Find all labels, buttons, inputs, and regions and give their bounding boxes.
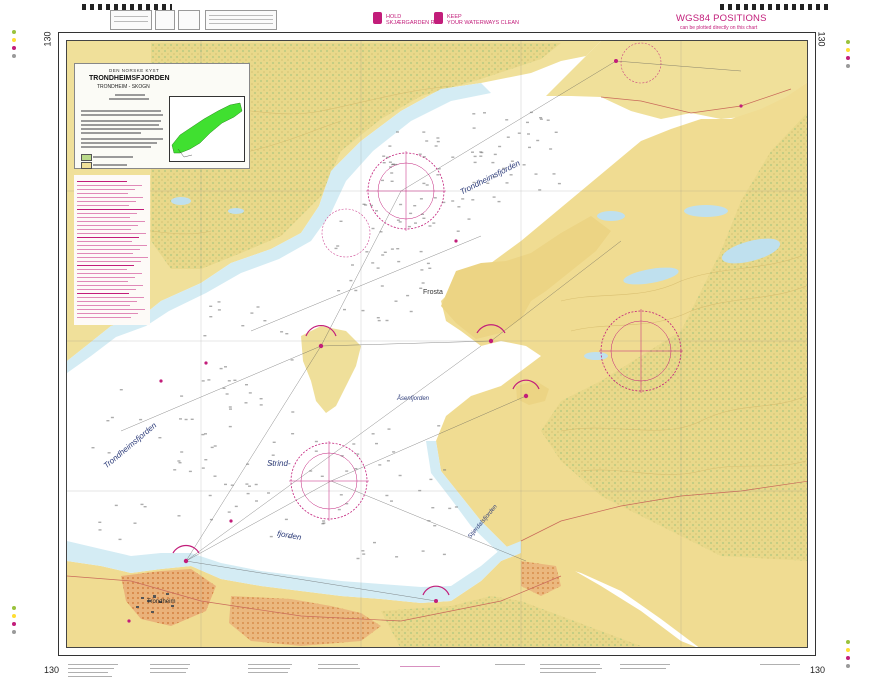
placeholder-fine-print xyxy=(77,221,145,223)
placeholder-fine-print xyxy=(77,269,127,271)
placeholder-fine-print xyxy=(93,156,133,158)
clean-waterways-icon xyxy=(434,12,443,24)
placeholder-fine-print xyxy=(109,98,149,100)
placeholder-fine-print xyxy=(77,297,144,299)
chart-notes-panel xyxy=(74,175,150,325)
chart-number: 130 xyxy=(810,665,826,675)
placeholder-fine-print xyxy=(81,142,157,144)
placeholder-fine-print xyxy=(115,94,145,96)
placeholder-fine-print xyxy=(77,181,127,183)
placeholder-fine-print xyxy=(77,257,148,259)
label-trondheim: Trondheim xyxy=(147,599,176,605)
color-swatch xyxy=(12,54,16,58)
placeholder-fine-print xyxy=(81,138,163,140)
placeholder-fine-print xyxy=(77,261,141,263)
placeholder-fine-print xyxy=(77,249,140,251)
placeholder-fine-print xyxy=(77,285,143,287)
chart-title-panel: DEN NORSKE KYST TRONDHEIMSFJORDEN TRONDH… xyxy=(74,63,250,169)
placeholder-fine-print xyxy=(81,120,161,122)
chart-info-table xyxy=(155,10,175,30)
color-swatch xyxy=(846,56,850,60)
placeholder-fine-print xyxy=(77,233,146,235)
placeholder-fine-print xyxy=(81,132,141,134)
chart-info-table xyxy=(205,10,277,30)
placeholder-fine-print xyxy=(81,124,159,126)
lake xyxy=(684,205,728,217)
placeholder-fine-print xyxy=(77,289,136,291)
placeholder-fine-print xyxy=(77,229,131,231)
chart-number: 130 xyxy=(44,665,60,675)
chart-info-table xyxy=(178,10,200,30)
color-swatch xyxy=(12,630,16,634)
chart-title: TRONDHEIMSFJORDEN xyxy=(89,75,170,82)
lake xyxy=(228,208,244,214)
placeholder-fine-print xyxy=(77,241,132,243)
placeholder-fine-print xyxy=(81,146,151,148)
color-swatch xyxy=(12,30,16,34)
placeholder-fine-print xyxy=(81,128,163,130)
color-swatch xyxy=(846,664,850,668)
placeholder-fine-print xyxy=(77,305,130,307)
color-swatch xyxy=(846,48,850,52)
lake xyxy=(597,211,625,221)
chart-number: 130 xyxy=(816,31,827,47)
chart-number: 130 xyxy=(42,31,53,47)
index-map xyxy=(171,102,243,158)
wgs84-subtitle: can be plotted directly on this chart xyxy=(680,25,758,31)
placeholder-fine-print xyxy=(77,273,142,275)
placeholder-fine-print xyxy=(77,217,130,219)
placeholder-fine-print xyxy=(77,309,145,311)
placeholder-fine-print xyxy=(77,205,129,207)
placeholder-fine-print xyxy=(77,193,128,195)
clean-waterways-icon xyxy=(373,12,382,24)
placeholder-fine-print xyxy=(77,265,134,267)
placeholder-fine-print xyxy=(77,313,138,315)
index-map-inset xyxy=(169,96,245,162)
placeholder-fine-print xyxy=(77,253,133,255)
placeholder-fine-print xyxy=(77,201,136,203)
chart-subtitle: TRONDHEIM - SKOGN xyxy=(97,84,150,90)
legend-swatch xyxy=(81,154,92,161)
placeholder-fine-print xyxy=(77,213,137,215)
legend-swatch xyxy=(81,162,92,169)
chart-info-table xyxy=(110,10,152,30)
color-swatch xyxy=(12,614,16,618)
label-strind: Strind- xyxy=(267,459,291,468)
campaign-text: YOUR WATERWAYS CLEAN xyxy=(447,20,520,26)
placeholder-fine-print xyxy=(77,189,135,191)
color-swatch xyxy=(12,46,16,50)
placeholder-fine-print xyxy=(77,301,137,303)
placeholder-fine-print xyxy=(77,293,129,295)
color-swatch xyxy=(12,38,16,42)
placeholder-fine-print xyxy=(81,114,163,116)
placeholder-fine-print xyxy=(77,317,131,319)
placeholder-fine-print xyxy=(77,245,147,247)
placeholder-fine-print xyxy=(77,197,143,199)
placeholder-fine-print xyxy=(93,164,127,166)
color-swatch xyxy=(12,606,16,610)
lake xyxy=(584,352,608,360)
color-swatch xyxy=(846,64,850,68)
wgs84-title: WGS84 POSITIONS xyxy=(676,13,767,24)
placeholder-fine-print xyxy=(77,185,142,187)
placeholder-fine-print xyxy=(77,277,135,279)
color-swatch xyxy=(12,622,16,626)
top-margin: HOLD SKJÆRGARDEN REN KEEP YOUR WATERWAYS… xyxy=(0,0,878,31)
campaign-english: KEEP YOUR WATERWAYS CLEAN xyxy=(447,14,519,26)
color-swatch xyxy=(846,648,850,652)
placeholder-fine-print xyxy=(77,209,144,211)
placeholder-fine-print xyxy=(77,237,139,239)
placeholder-fine-print xyxy=(77,225,138,227)
color-calibration-bar xyxy=(720,4,830,10)
placeholder-fine-print xyxy=(81,110,161,112)
publisher-line: DEN NORSKE KYST xyxy=(109,68,160,73)
label-frosta: Frosta xyxy=(423,289,443,296)
lake xyxy=(171,197,191,205)
label-asenfjorden: Åsenfjorden xyxy=(397,396,430,402)
color-swatch xyxy=(846,640,850,644)
placeholder-fine-print xyxy=(77,281,128,283)
color-swatch xyxy=(846,40,850,44)
color-swatch xyxy=(846,656,850,660)
